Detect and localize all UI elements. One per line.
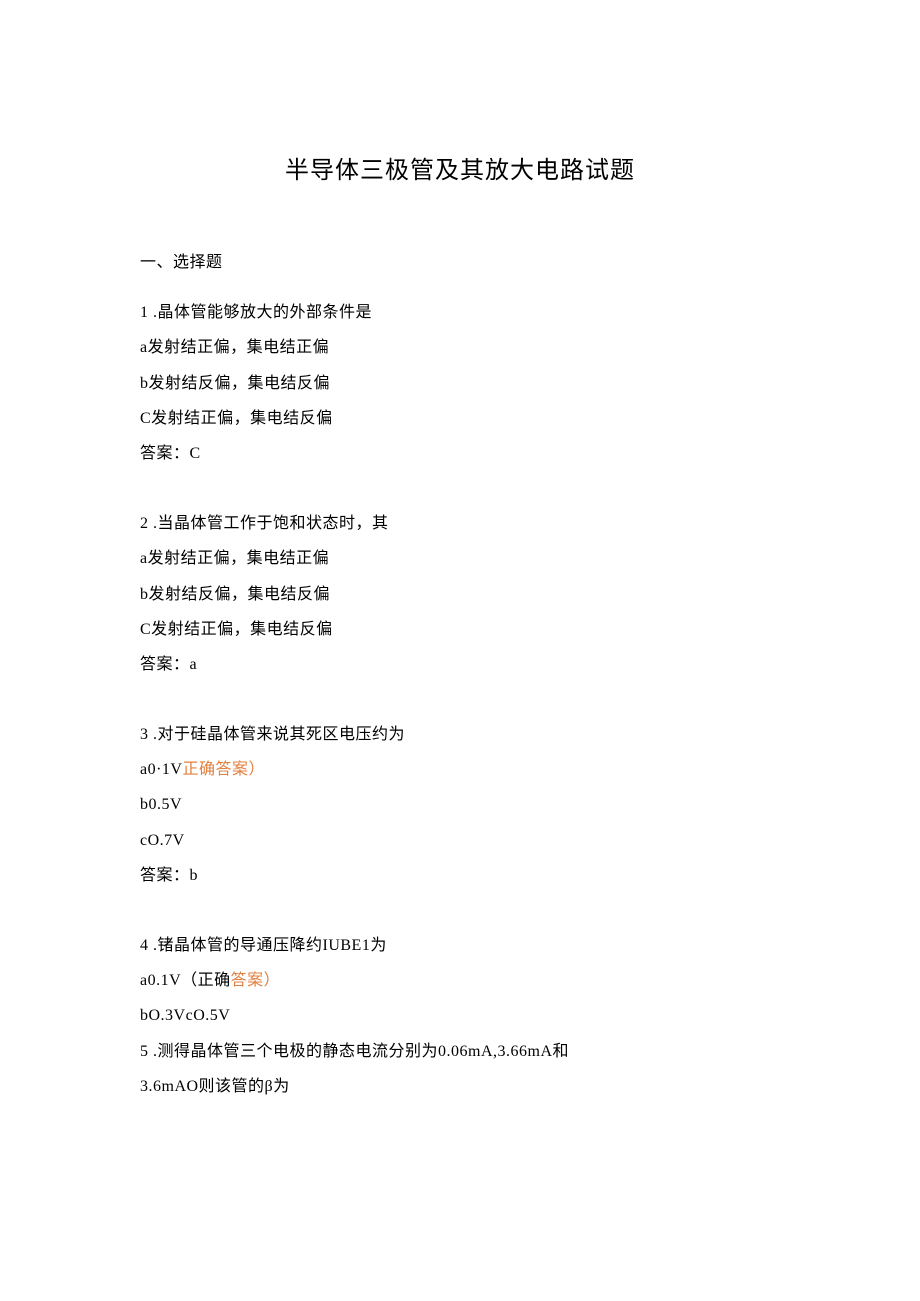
q4-a-highlight: 答案） — [231, 972, 281, 989]
q1-option-b: b发射结反偏，集电结反偏 — [140, 366, 780, 401]
question-2: 2 .当晶体管工作于饱和状态时，其 a发射结正偏，集电结正偏 b发射结反偏，集电… — [140, 506, 780, 682]
q5-line2: 3.6mAO则该管的β为 — [140, 1069, 780, 1104]
q1-option-c: C发射结正偏，集电结反偏 — [140, 401, 780, 436]
q2-option-a: a发射结正偏，集电结正偏 — [140, 541, 780, 576]
q1-answer: 答案：C — [140, 436, 780, 471]
q3-option-c: cO.7V — [140, 823, 780, 858]
q4-a-prefix: a0.1V（正确 — [140, 972, 231, 989]
q3-answer: 答案：b — [140, 858, 780, 893]
q2-answer: 答案：a — [140, 647, 780, 682]
q4-option-a: a0.1V（正确答案） — [140, 963, 780, 998]
q5-line1: 5 .测得晶体管三个电极的静态电流分别为0.06mA,3.66mA和 — [140, 1034, 780, 1069]
section-heading: 一、选择题 — [140, 245, 780, 280]
question-3: 3 .对于硅晶体管来说其死区电压约为 a0·1V正确答案） b0.5V cO.7… — [140, 717, 780, 893]
q4-option-b: bO.3VcO.5V — [140, 998, 780, 1033]
q3-option-a: a0·1V正确答案） — [140, 752, 780, 787]
q3-a-prefix: a0·1V — [140, 761, 182, 778]
q3-option-b: b0.5V — [140, 787, 780, 822]
q4-stem: 4 .锗晶体管的导通压降约IUBE1为 — [140, 928, 780, 963]
q3-a-highlight: 正确答案） — [182, 761, 265, 778]
page-container: 半导体三极管及其放大电路试题 一、选择题 1 .晶体管能够放大的外部条件是 a发… — [0, 0, 920, 1104]
q3-stem: 3 .对于硅晶体管来说其死区电压约为 — [140, 717, 780, 752]
q2-option-b: b发射结反偏，集电结反偏 — [140, 577, 780, 612]
q1-stem: 1 .晶体管能够放大的外部条件是 — [140, 295, 780, 330]
question-4: 4 .锗晶体管的导通压降约IUBE1为 a0.1V（正确答案） bO.3VcO.… — [140, 928, 780, 1104]
q2-stem: 2 .当晶体管工作于饱和状态时，其 — [140, 506, 780, 541]
document-title: 半导体三极管及其放大电路试题 — [140, 150, 780, 185]
q2-option-c: C发射结正偏，集电结反偏 — [140, 612, 780, 647]
question-1: 1 .晶体管能够放大的外部条件是 a发射结正偏，集电结正偏 b发射结反偏，集电结… — [140, 295, 780, 471]
q1-option-a: a发射结正偏，集电结正偏 — [140, 330, 780, 365]
